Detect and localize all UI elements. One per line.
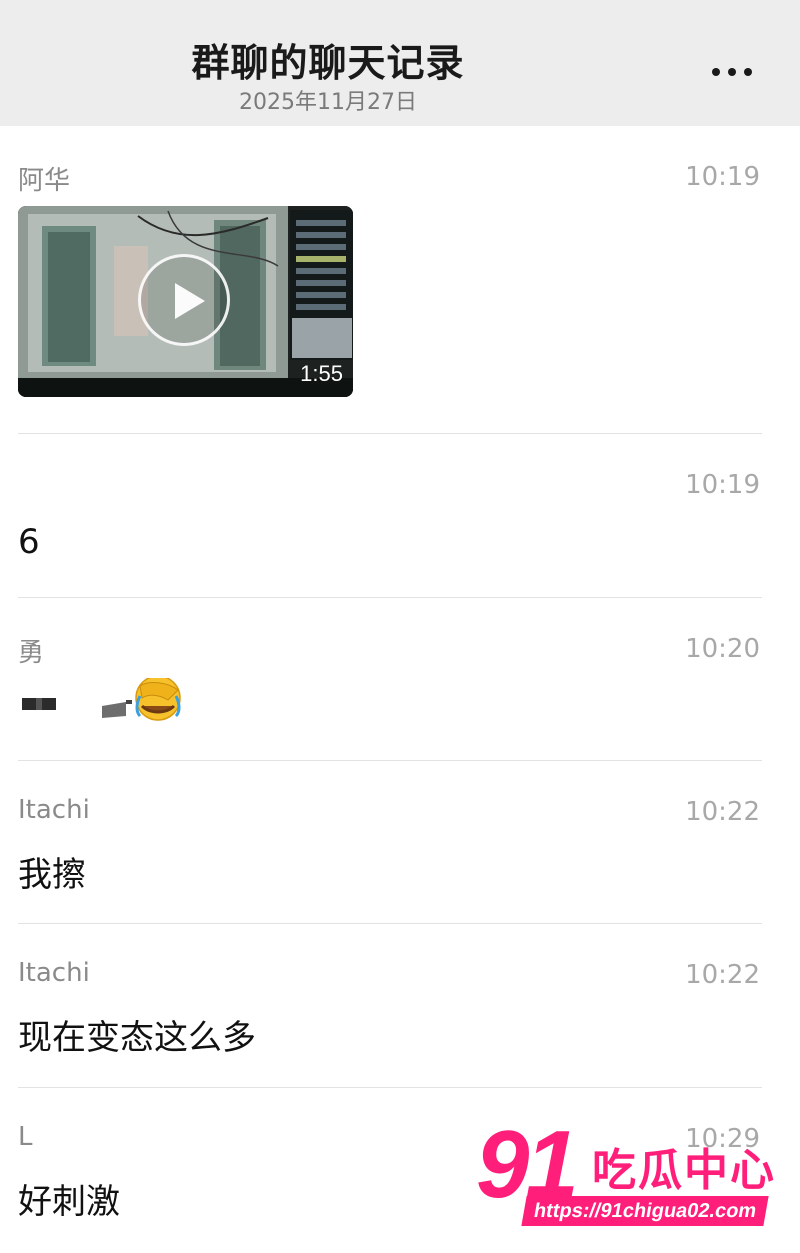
more-dot-3: [744, 68, 752, 76]
message-time: 10:22: [685, 960, 760, 990]
message-time: 10:19: [685, 162, 760, 192]
message-time: 10:19: [685, 470, 760, 500]
site-watermark: 91 吃瓜中心 https://91chigua02.com: [476, 1111, 776, 1232]
sender-name: L: [18, 1122, 33, 1152]
chat-header: 群聊的聊天记录 2025年11月27日: [0, 0, 800, 126]
sender-name: 阿华: [18, 166, 71, 196]
sender-name: Itachi: [18, 958, 90, 988]
video-thumbnail[interactable]: 1:55: [18, 206, 353, 397]
message-text: 好刺激: [18, 1182, 120, 1222]
message-item: 阿华 10:19 1:55: [18, 126, 762, 434]
facepalm-emoji-icon: [22, 678, 181, 721]
watermark-url: https://91chigua02.com: [521, 1196, 769, 1226]
sender-name: 勇: [18, 638, 45, 668]
message-item: Itachi 10:22 我擦: [18, 761, 762, 924]
play-button[interactable]: [138, 254, 230, 346]
message-text: 6: [18, 522, 40, 562]
message-text: 现在变态这么多: [18, 1018, 256, 1058]
message-time: 10:22: [685, 797, 760, 827]
watermark-name: 吃瓜中心: [592, 1145, 776, 1196]
message-text: 我擦: [18, 855, 86, 895]
message-item: 勇 10:20: [18, 598, 762, 761]
message-time: 10:20: [685, 634, 760, 664]
message-item: Itachi 10:22 现在变态这么多: [18, 924, 762, 1088]
play-icon: [175, 283, 205, 319]
sender-name: Itachi: [18, 795, 90, 825]
more-dots-icon: [712, 68, 720, 76]
page-title: 群聊的聊天记录: [191, 41, 465, 85]
message-item: 10:19 6: [18, 434, 762, 598]
chat-date: 2025年11月27日: [239, 90, 417, 115]
more-options-button[interactable]: [700, 48, 764, 96]
video-duration: 1:55: [300, 361, 343, 386]
more-dot-2: [728, 68, 736, 76]
